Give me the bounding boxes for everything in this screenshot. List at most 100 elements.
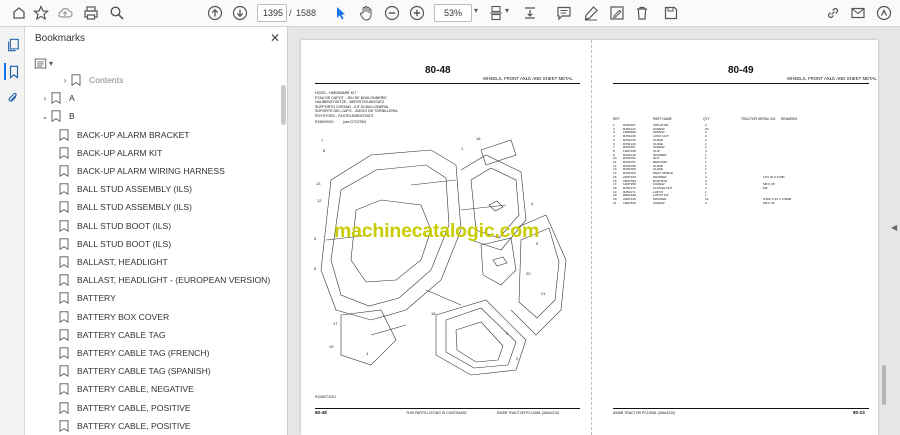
pages-icon[interactable] <box>4 36 21 53</box>
delete-icon[interactable] <box>632 4 652 22</box>
bookmark-item[interactable]: BACK-UP ALARM BRACKET <box>59 126 190 144</box>
right-header-rule <box>613 83 869 84</box>
bookmark-panel-icon[interactable] <box>4 63 21 80</box>
comment-icon[interactable] <box>554 4 574 22</box>
hand-tool-icon[interactable] <box>356 4 376 22</box>
table-header: QTY <box>703 117 710 121</box>
bookmark-item[interactable]: BALL STUD ASSEMBLY (ILS) <box>59 180 192 198</box>
zoom-out-icon[interactable] <box>382 4 402 22</box>
bookmark-icon <box>59 238 69 250</box>
svg-text:6: 6 <box>314 266 317 271</box>
search-icon[interactable] <box>107 4 127 22</box>
svg-text:12: 12 <box>317 198 322 203</box>
left-footer-info: 8345R TRACTOR PC10081 (30AUG10) <box>497 411 560 415</box>
attachment-icon[interactable] <box>4 89 21 106</box>
scrollbar-thumb[interactable] <box>882 365 886 405</box>
bookmark-icon <box>59 165 69 177</box>
bookmark-icon <box>59 147 69 159</box>
bookmark-icon <box>71 74 81 86</box>
bookmark-item[interactable]: BATTERY BOX COVER <box>59 308 169 326</box>
watermark: machinecatalogic.com <box>334 220 540 242</box>
bookmark-icon <box>51 110 61 123</box>
page-number-input[interactable]: 1395 <box>257 4 287 22</box>
bookmark-icon <box>59 310 69 323</box>
chevron-down-icon[interactable]: ⌄ <box>39 112 51 121</box>
chevron-down-icon: ▾ <box>49 58 54 68</box>
table-header: PART NAME <box>653 117 672 121</box>
bookmark-item[interactable]: BATTERY CABLE TAG (FRENCH) <box>59 344 209 362</box>
chevron-right-icon[interactable]: › <box>59 76 71 85</box>
bookmark-item[interactable]: BALL STUD BOOT (ILS) <box>59 235 171 253</box>
toolbar: 1395 / 1588 53% ▾ ▾ <box>0 0 900 27</box>
bookmark-item[interactable]: BALLAST, HEADLIGHT - (EUROPEAN VERSION) <box>59 271 270 289</box>
save-icon[interactable] <box>661 4 681 22</box>
page-fit-icon[interactable] <box>486 4 506 22</box>
mail-icon[interactable] <box>848 4 868 22</box>
bookmark-label: BALL STUD ASSEMBLY (ILS) <box>77 184 192 195</box>
chevron-right-icon[interactable]: › <box>39 94 51 103</box>
table-header: REF <box>613 117 620 121</box>
svg-text:13: 13 <box>316 181 321 186</box>
svg-text:18: 18 <box>431 311 436 316</box>
keyboard-nav-icon[interactable] <box>520 4 540 22</box>
bookmark-item[interactable]: BATTERY CABLE, POSITIVE <box>59 399 191 417</box>
bookmark-label: BATTERY BOX COVER <box>77 311 170 322</box>
scrollbar-thumb[interactable] <box>281 85 286 125</box>
bookmark-options-button[interactable]: ▾ <box>34 55 60 71</box>
page-up-icon[interactable] <box>205 4 225 22</box>
right-footer-info: 8345R TRACTOR PC10081 (30AUG10) <box>613 411 676 415</box>
bookmark-item[interactable]: BATTERY CABLE TAG (SPANISH) <box>59 362 211 380</box>
star-icon[interactable] <box>31 4 51 22</box>
bookmark-label: BALL STUD BOOT (ILS) <box>77 220 172 231</box>
bookmark-item[interactable]: BALL STUD BOOT (ILS) <box>59 217 171 235</box>
bookmark-label: Contents <box>89 75 124 85</box>
bookmark-item[interactable]: BATTERY CABLE, POSITIVE <box>59 417 191 435</box>
help-icon[interactable] <box>874 4 894 22</box>
svg-text:2: 2 <box>516 356 519 361</box>
zoom-in-icon[interactable] <box>407 4 427 22</box>
chevron-down-icon[interactable]: ▾ <box>505 6 509 15</box>
cell-ref: 21 <box>613 200 617 205</box>
bookmark-item[interactable]: BALL STUD ASSEMBLY (ILS) <box>59 198 192 216</box>
page-down-icon[interactable] <box>230 4 250 22</box>
chevron-down-icon[interactable]: ▾ <box>474 6 478 15</box>
document-scrollbar[interactable] <box>880 27 888 435</box>
cell-qty: 2 <box>705 200 707 205</box>
svg-text:19: 19 <box>329 344 334 349</box>
bookmark-item[interactable]: BATTERY CABLE TAG <box>59 326 166 344</box>
highlight-pen-icon[interactable] <box>581 4 601 22</box>
link-edit-icon[interactable] <box>823 4 843 22</box>
cloud-upload-icon[interactable] <box>55 4 75 22</box>
bookmark-item[interactable]: BATTERY <box>59 289 116 307</box>
document-page-spread: 80-48 WHEELS, FRONT AXLE AND SHEET METAL… <box>301 40 878 435</box>
cell-remark: M8 X 40 <box>763 200 775 205</box>
bookmark-item[interactable]: › A <box>39 89 75 107</box>
bookmark-item[interactable]: BALLAST, HEADLIGHT <box>59 253 168 271</box>
bookmarks-scrollbar[interactable] <box>281 75 286 431</box>
zoom-level-select[interactable]: 53% <box>434 4 472 22</box>
home-icon[interactable] <box>9 4 29 22</box>
bookmark-item[interactable]: BACK-UP ALARM KIT <box>59 144 162 162</box>
bookmarks-panel-title: Bookmarks <box>35 33 86 44</box>
bookmark-label: BACK-UP ALARM WIRING HARNESS <box>77 166 225 176</box>
close-icon[interactable]: ✕ <box>270 31 280 45</box>
print-icon[interactable] <box>81 4 101 22</box>
bookmark-icon <box>51 92 61 105</box>
bookmark-item[interactable]: BACK-UP ALARM WIRING HARNESS <box>59 162 225 180</box>
bookmark-icon <box>59 219 69 232</box>
select-cursor-icon[interactable] <box>331 4 351 22</box>
table-header: REMARKS <box>781 117 798 121</box>
bookmark-item[interactable]: › Contents <box>59 71 123 89</box>
bookmark-label: BACK-UP ALARM KIT <box>77 147 163 158</box>
bookmark-icon <box>59 128 69 141</box>
bookmark-label: BALLAST, HEADLIGHT <box>77 257 168 267</box>
navigation-rail <box>0 27 25 435</box>
edit-text-icon[interactable] <box>607 4 627 22</box>
bookmark-icon <box>59 329 69 341</box>
bookmark-icon <box>59 292 69 305</box>
bookmark-item[interactable]: ⌄ B <box>39 107 75 125</box>
table-row: 21 19M7876 SCREW 2 M8 X 40 <box>613 201 853 205</box>
bookmark-item[interactable]: BATTERY CABLE, NEGATIVE <box>59 380 194 398</box>
bookmark-label: BALL STUD ASSEMBLY (ILS) <box>77 202 192 213</box>
expand-panel-icon[interactable]: ◀ <box>891 223 897 232</box>
